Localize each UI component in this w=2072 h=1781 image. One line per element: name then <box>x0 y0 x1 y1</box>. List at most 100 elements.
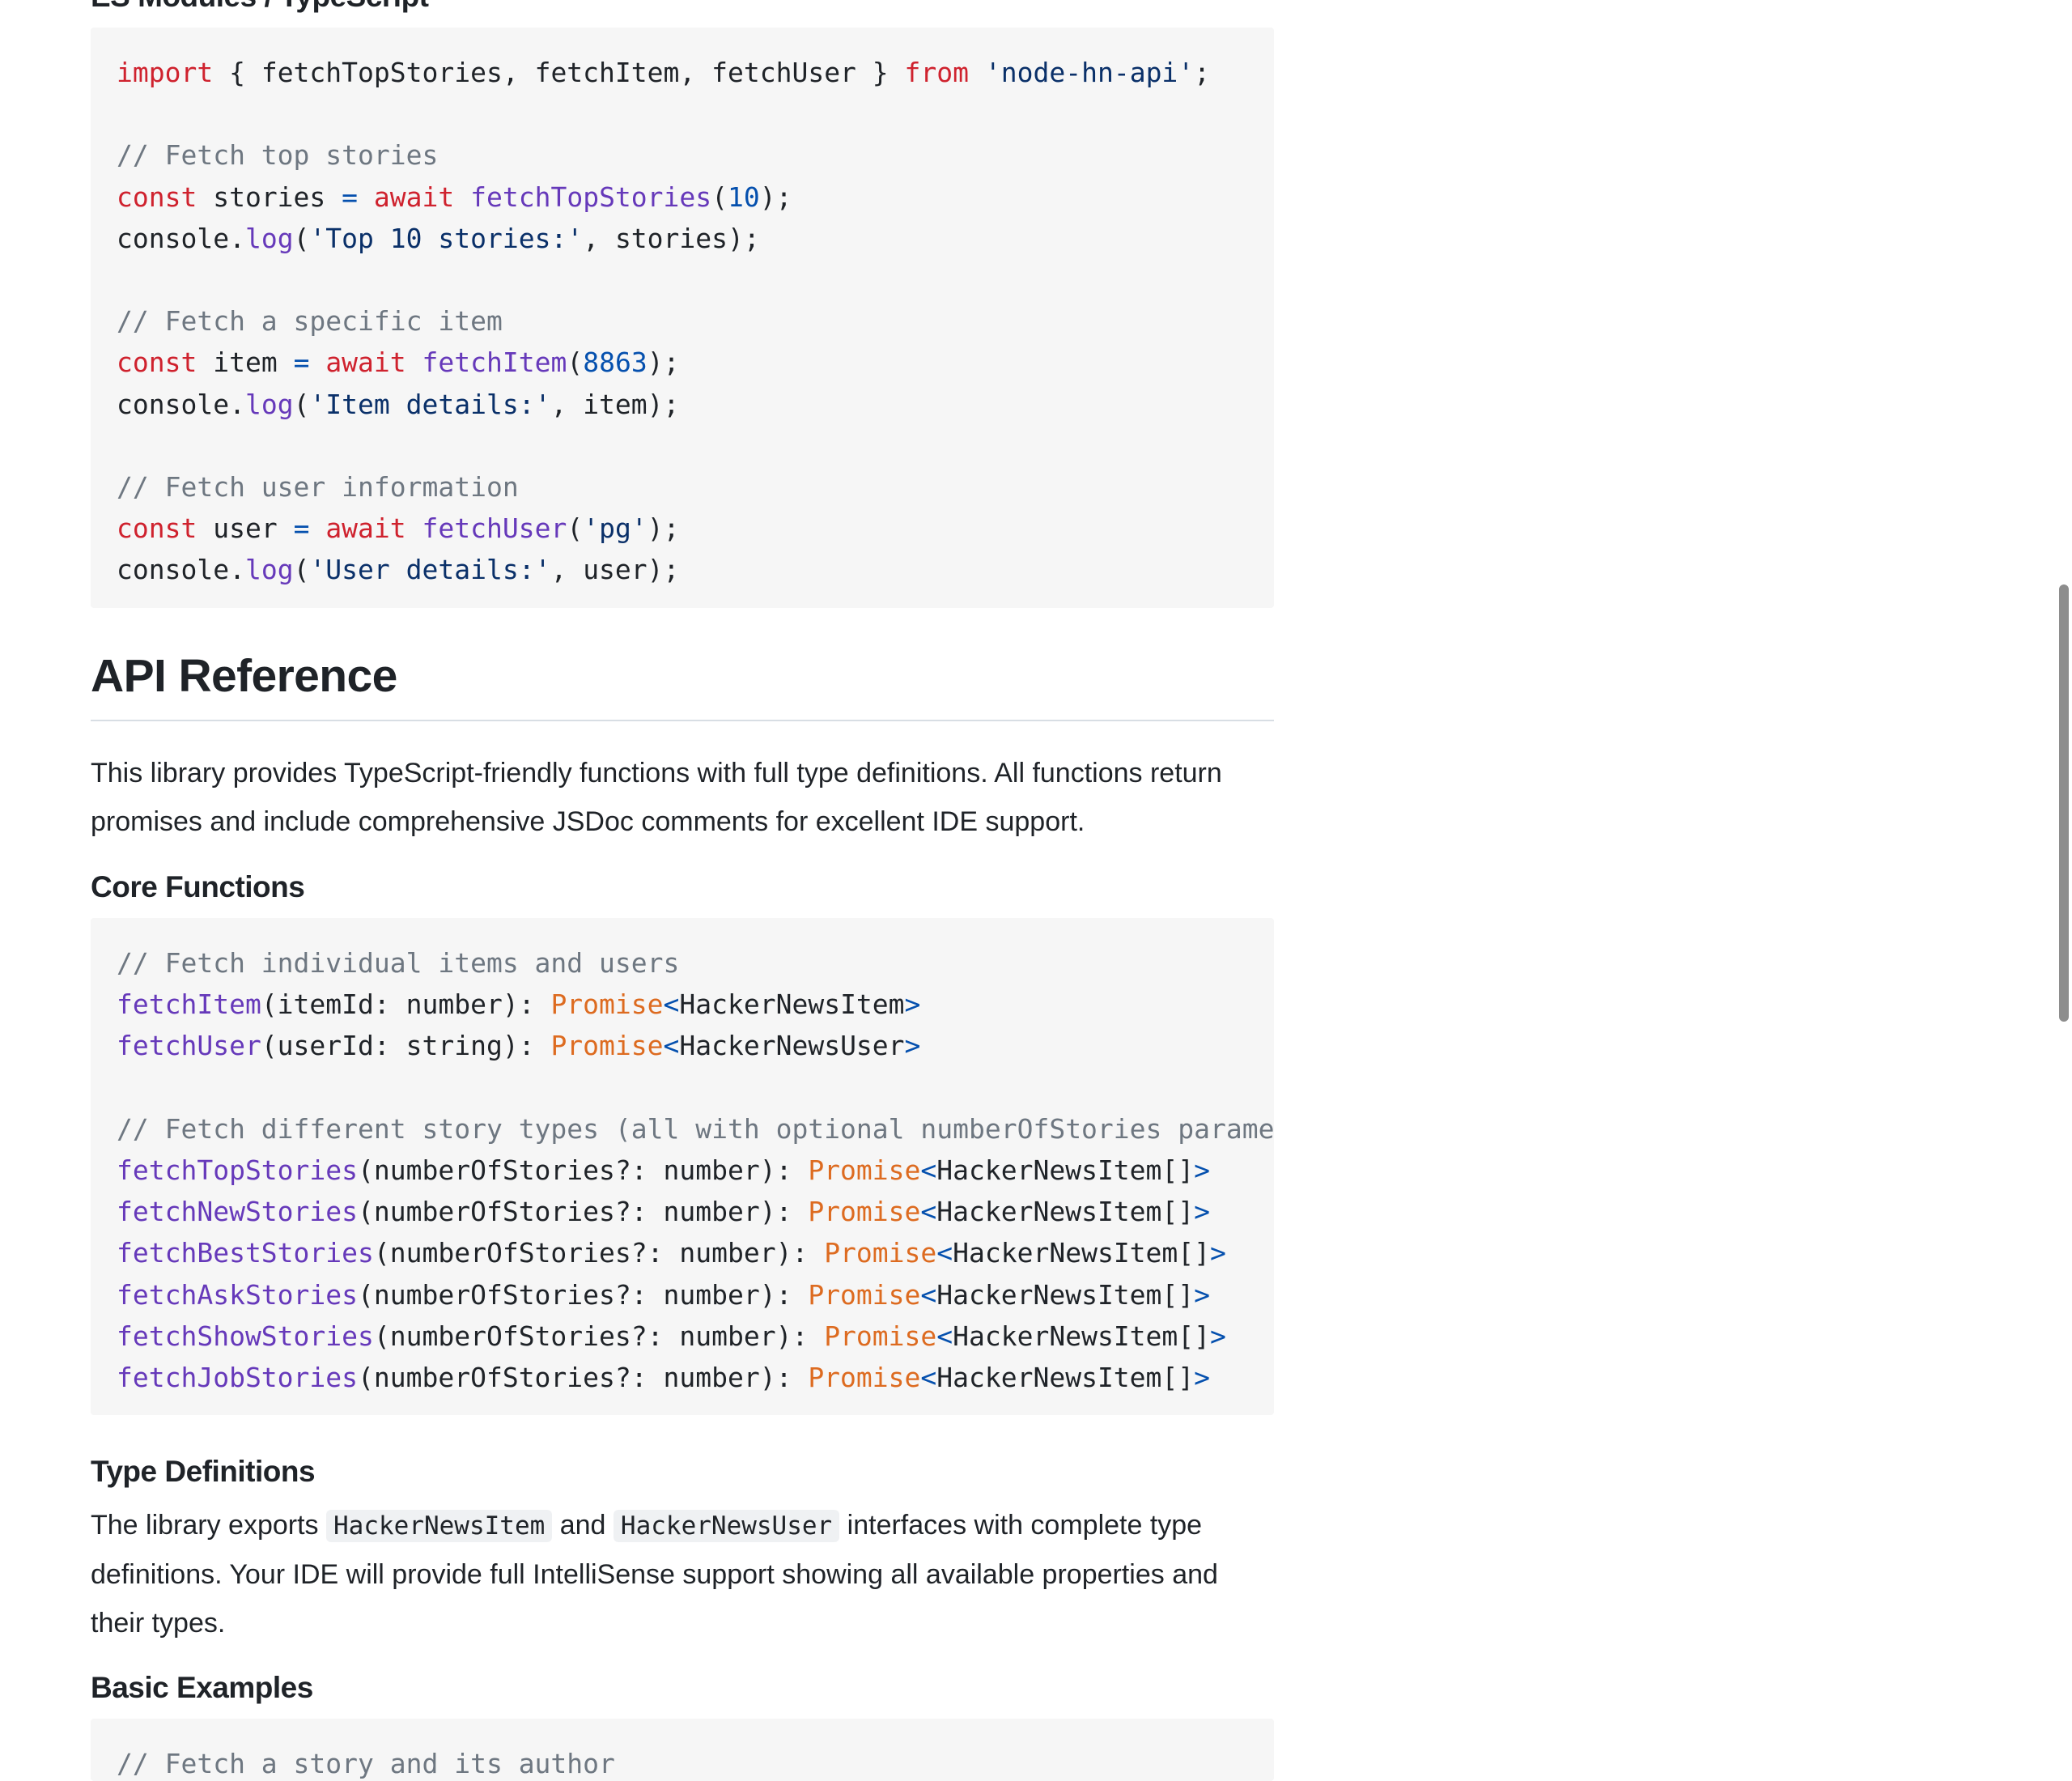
code-token: from <box>904 57 970 88</box>
code-token: console. <box>117 554 245 586</box>
code-line: console.log('Top 10 stories:', stories); <box>117 223 760 254</box>
code-token: Promise <box>550 988 664 1021</box>
code-token: HackerNewsItem[] <box>936 1362 1195 1394</box>
code-comment: // Fetch individual items and users <box>117 947 680 979</box>
basic-examples-heading: Basic Examples <box>91 1671 313 1704</box>
inline-code-hackernewsitem: HackerNewsItem <box>326 1510 553 1542</box>
code-line: const stories = await fetchTopStories(10… <box>117 181 792 213</box>
code-text: import { fetchTopStories, fetchItem, fet… <box>91 28 1274 608</box>
scrollbar-track[interactable] <box>2053 0 2072 1781</box>
code-token: Promise <box>550 1030 664 1062</box>
code-token: HackerNewsItem[] <box>936 1154 1195 1187</box>
code-token: 8863 <box>583 346 648 379</box>
code-line: fetchAskStories(numberOfStories?: number… <box>117 1279 1210 1311</box>
code-comment: // Fetch a story and its author <box>117 1748 615 1779</box>
code-token: (numberOfStories?: number): <box>358 1362 809 1394</box>
code-token: const <box>117 346 197 379</box>
code-token: > <box>904 1030 921 1062</box>
code-token: < <box>936 1320 953 1352</box>
code-token: < <box>920 1196 937 1228</box>
code-text: // Fetch a story and its author <box>91 1719 1274 1781</box>
code-token: Promise <box>808 1278 921 1311</box>
code-line: const user = await fetchUser('pg'); <box>117 512 679 544</box>
code-token: (numberOfStories?: number): <box>358 1154 809 1187</box>
code-token: ( <box>567 512 584 545</box>
code-token: > <box>904 988 921 1021</box>
code-token: const <box>117 512 197 545</box>
code-comment: // Fetch top stories <box>117 139 439 172</box>
code-token: < <box>920 1278 937 1311</box>
code-token: Promise <box>808 1196 921 1228</box>
code-line: import { fetchTopStories, fetchItem, fet… <box>117 57 1210 88</box>
code-line: console.log('Item details:', item); <box>117 389 679 420</box>
code-token: ); <box>647 346 680 379</box>
core-functions-code-block: // Fetch individual items and users fetc… <box>91 918 1274 1415</box>
code-token: (numberOfStories?: number): <box>358 1196 809 1228</box>
code-token: HackerNewsUser <box>679 1030 905 1062</box>
api-reference-heading: API Reference <box>91 650 397 702</box>
code-token: fetchUser <box>422 512 567 545</box>
code-token: Promise <box>808 1362 921 1394</box>
code-token: (userId: string): <box>261 1030 551 1062</box>
code-token: 'pg' <box>583 512 648 545</box>
es-modules-code-block: import { fetchTopStories, fetchItem, fet… <box>91 28 1274 608</box>
code-token: fetchItem <box>117 988 261 1021</box>
code-line: fetchTopStories(numberOfStories?: number… <box>117 1154 1210 1186</box>
code-line: fetchBestStories(numberOfStories?: numbe… <box>117 1237 1226 1269</box>
code-token: fetchTopStories <box>470 181 712 213</box>
code-token: ( <box>293 388 310 420</box>
heading-divider <box>91 720 1274 721</box>
code-token: Promise <box>808 1154 921 1187</box>
core-functions-heading: Core Functions <box>91 870 305 903</box>
code-line: fetchItem(itemId: number): Promise<Hacke… <box>117 988 920 1020</box>
api-reference-description: This library provides TypeScript-friendl… <box>91 758 1222 837</box>
code-token: log <box>244 554 294 586</box>
code-line: const item = await fetchItem(8863); <box>117 346 679 378</box>
code-token: = <box>293 346 310 379</box>
code-token: fetchJobStories <box>117 1362 359 1394</box>
code-token: stories <box>197 181 342 213</box>
code-token: ( <box>711 181 728 213</box>
scrollbar-thumb[interactable] <box>2059 584 2069 1022</box>
code-token: fetchUser <box>117 1030 261 1062</box>
code-comment: // Fetch user information <box>117 471 519 504</box>
code-token: (numberOfStories?: number): <box>358 1278 809 1311</box>
code-token: fetchTopStories <box>117 1154 359 1187</box>
paragraph-text: The library exports <box>91 1510 326 1541</box>
code-token: , item); <box>550 388 680 420</box>
code-token: fetchAskStories <box>117 1278 359 1311</box>
code-line: fetchShowStories(numberOfStories?: numbe… <box>117 1320 1226 1352</box>
code-token: { fetchTopStories, fetchItem, fetchUser … <box>213 57 905 88</box>
code-token: (numberOfStories?: number): <box>373 1320 825 1352</box>
code-token: < <box>663 988 680 1021</box>
code-token: > <box>1194 1154 1211 1187</box>
inline-code-hackernewsuser: HackerNewsUser <box>613 1510 840 1542</box>
code-token: 'Top 10 stories:' <box>309 222 584 254</box>
code-token: HackerNewsItem[] <box>953 1237 1211 1269</box>
code-token: < <box>920 1362 937 1394</box>
code-token: HackerNewsItem[] <box>936 1278 1195 1311</box>
code-token: ); <box>759 181 792 213</box>
code-token: HackerNewsItem[] <box>936 1196 1195 1228</box>
code-token: item <box>197 346 294 379</box>
code-token: fetchShowStories <box>117 1320 374 1352</box>
code-token: < <box>936 1237 953 1269</box>
paragraph-text: and <box>552 1510 614 1541</box>
type-definitions-heading: Type Definitions <box>91 1455 316 1488</box>
code-token: ( <box>567 346 584 379</box>
code-text: // Fetch individual items and users fetc… <box>91 918 1274 1415</box>
code-token: 'Item details:' <box>309 388 551 420</box>
code-token: user <box>197 512 294 545</box>
code-token: import <box>117 57 214 88</box>
code-comment: // Fetch a specific item <box>117 305 503 338</box>
code-token: fetchBestStories <box>117 1237 374 1269</box>
es-modules-heading: ES Modules / TypeScript <box>91 0 429 14</box>
code-token: 'node-hn-api' <box>984 57 1195 88</box>
code-token: ; <box>1194 57 1211 88</box>
code-token: Promise <box>824 1237 937 1269</box>
basic-examples-code-block: // Fetch a story and its author <box>91 1719 1274 1781</box>
